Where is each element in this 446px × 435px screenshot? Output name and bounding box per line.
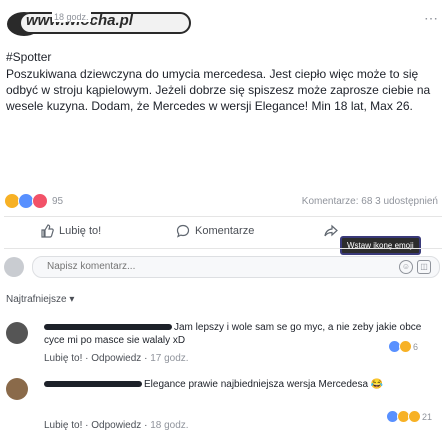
post-age: 18 godz. xyxy=(52,12,91,22)
commenter-avatar[interactable] xyxy=(6,378,28,400)
post-stats[interactable]: Komentarze: 68 3 udostępnień xyxy=(302,196,438,207)
comment-meta: Lubię to! · Odpowiedz · 17 godz. xyxy=(44,353,189,364)
comment-time: 17 godz. xyxy=(150,353,189,364)
comment-label: Komentarze xyxy=(195,225,255,237)
comment-time: 18 godz. xyxy=(150,420,189,431)
reaction-count: 95 xyxy=(52,195,64,207)
comment-like-link[interactable]: Lubię to! xyxy=(44,353,82,364)
like-button[interactable]: Lubię to! xyxy=(40,224,101,238)
comment-icon xyxy=(176,224,190,238)
haha-reaction-icon xyxy=(399,340,412,353)
more-dots-icon[interactable]: ⋯ xyxy=(424,10,438,27)
commenter-name[interactable] xyxy=(44,381,142,388)
post-text: Poszukiwana dziewczyna do umycia mercede… xyxy=(6,67,431,113)
comment-input[interactable] xyxy=(47,261,347,272)
comment-like-link[interactable]: Lubię to! xyxy=(44,420,82,431)
comment-reactions[interactable]: 21 xyxy=(386,410,432,423)
like-label: Lubię to! xyxy=(59,225,102,237)
commenter-name[interactable] xyxy=(44,324,172,331)
emoji-icon[interactable]: ☺ xyxy=(399,260,413,274)
share-arrow-icon xyxy=(324,224,338,237)
comment-reaction-count: 6 xyxy=(413,341,419,352)
sticker-icon[interactable]: ◫ xyxy=(417,260,431,274)
reaction-summary[interactable]: 95 xyxy=(4,192,63,210)
divider xyxy=(4,216,442,217)
comment-meta: Lubię to! · Odpowiedz · 18 godz. xyxy=(44,420,189,431)
thumbs-up-icon xyxy=(41,224,54,238)
comment-reply-link[interactable]: Odpowiedz xyxy=(91,420,141,431)
comment-reply-link[interactable]: Odpowiedz xyxy=(91,353,141,364)
comment-button[interactable]: Komentarze xyxy=(176,224,254,238)
comment-input-box[interactable]: ☺ ◫ xyxy=(32,256,440,278)
user-avatar[interactable] xyxy=(4,257,24,277)
love-reaction-icon xyxy=(32,193,48,209)
sort-dropdown[interactable]: Najtrafniejsze ▾ xyxy=(6,294,74,305)
divider xyxy=(4,248,442,249)
emoji-tooltip: Wstaw ikonę emoji xyxy=(340,236,421,255)
haha-reaction-icon xyxy=(408,410,421,423)
comment-text: Elegance prawie najbiedniejsza wersja Me… xyxy=(144,379,384,390)
commenter-avatar[interactable] xyxy=(6,322,28,344)
post-hashtag[interactable]: #Spotter xyxy=(6,50,51,64)
comment-bubble: Jam lepszy i wole sam se go myc, a nie z… xyxy=(44,321,424,347)
comment-reactions[interactable]: 6 xyxy=(388,340,418,353)
share-button[interactable] xyxy=(324,224,338,238)
comment-bubble: Elegance prawie najbiedniejsza wersja Me… xyxy=(44,378,424,391)
comment-reaction-count: 21 xyxy=(422,411,433,422)
